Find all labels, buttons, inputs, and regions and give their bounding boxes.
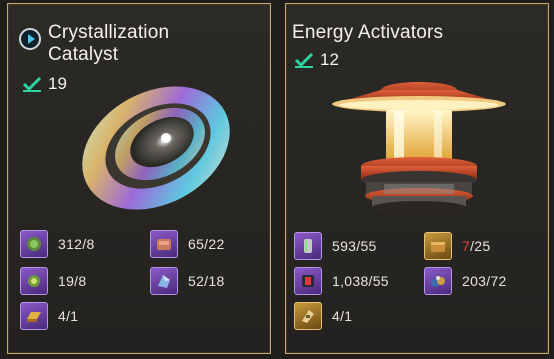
gold-bar-icon	[20, 302, 48, 330]
card-title: Energy Activators	[292, 22, 502, 44]
crystallization-catalyst-card[interactable]: Crystallization Catalyst 19 312/8 65/22 …	[7, 3, 271, 354]
red-core-icon	[294, 267, 322, 295]
requirement-item[interactable]: 4/1	[20, 302, 78, 330]
energy-activators-card[interactable]: Energy Activators 12 593/55 7/25 1,038/5…	[285, 3, 549, 354]
play-icon[interactable]	[19, 28, 41, 50]
owned-count: 12	[294, 50, 339, 70]
requirement-qty-rest: /25	[470, 238, 491, 254]
check-icon	[22, 76, 42, 92]
owned-count: 19	[22, 74, 67, 94]
requirement-qty: 1,038/55	[332, 273, 389, 289]
requirement-qty-short: 7	[462, 238, 471, 254]
requirement-qty: 7/25	[462, 238, 490, 254]
requirement-qty: 52/18	[188, 273, 225, 289]
canister-icon	[294, 232, 322, 260]
requirement-qty: 65/22	[188, 236, 225, 252]
requirement-qty: 4/1	[332, 308, 353, 324]
scrap-pile-icon	[424, 267, 452, 295]
requirement-item[interactable]: 4/1	[294, 302, 352, 330]
requirement-qty: 312/8	[58, 236, 95, 252]
requirement-item[interactable]: 593/55	[294, 232, 377, 260]
requirement-item[interactable]: 19/8	[20, 267, 86, 295]
check-icon	[294, 52, 314, 68]
card-title: Crystallization Catalyst	[48, 22, 258, 66]
requirement-item[interactable]: 65/22	[150, 230, 225, 258]
requirement-item[interactable]: 312/8	[20, 230, 95, 258]
owned-value: 12	[320, 50, 339, 69]
green-orb-icon	[20, 230, 48, 258]
requirement-item[interactable]: 1,038/55	[294, 267, 389, 295]
crystal-shard-icon	[150, 267, 178, 295]
title-line-1: Energy Activators	[292, 22, 444, 43]
requirement-qty: 19/8	[58, 273, 87, 289]
title-line-1: Crystallization	[48, 22, 170, 43]
green-orb-small-icon	[20, 267, 48, 295]
requirement-qty: 593/55	[332, 238, 377, 254]
requirement-item[interactable]: 203/72	[424, 267, 507, 295]
gold-part-icon	[294, 302, 322, 330]
title-line-2: Catalyst	[48, 44, 119, 65]
requirement-item[interactable]: 7/25	[424, 232, 490, 260]
requirement-item[interactable]: 52/18	[150, 267, 225, 295]
catalyst-ring-image	[82, 86, 230, 210]
requirement-qty: 203/72	[462, 273, 507, 289]
owned-value: 19	[48, 74, 67, 93]
ore-chunk-icon	[150, 230, 178, 258]
energy-activator-image	[332, 82, 506, 215]
supply-crate-icon	[424, 232, 452, 260]
requirement-qty: 4/1	[58, 308, 79, 324]
